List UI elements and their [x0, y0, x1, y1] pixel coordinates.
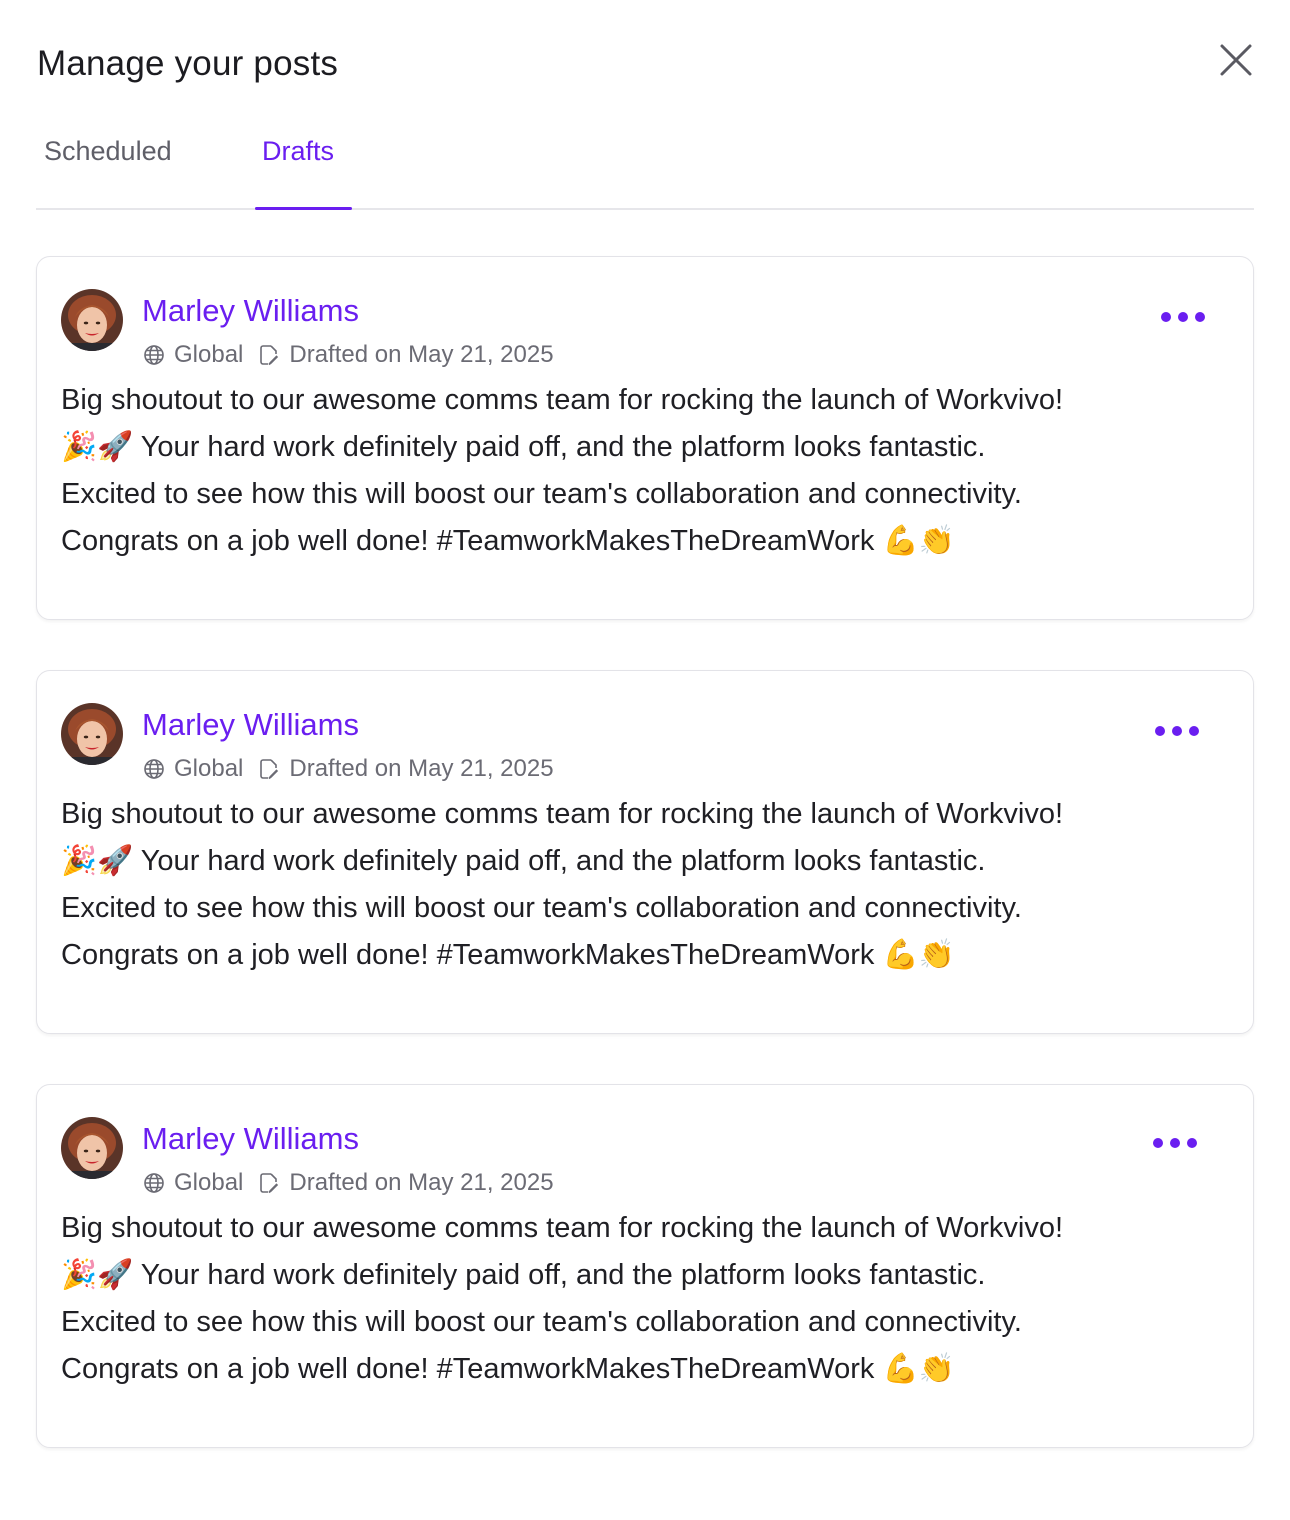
draft-post-card[interactable]: Marley Williams Global Drafted on May 21… — [36, 256, 1254, 620]
post-body: Big shoutout to our awesome comms team f… — [61, 377, 1231, 565]
avatar[interactable] — [61, 1117, 123, 1179]
post-body-line: Excited to see how this will boost our t… — [61, 892, 1022, 924]
post-body-line: Excited to see how this will boost our t… — [61, 1306, 1022, 1338]
author-name[interactable]: Marley Williams — [142, 1121, 359, 1157]
post-body-line: Big shoutout to our awesome comms team f… — [61, 384, 1064, 416]
post-meta: Global Drafted on May 21, 2025 — [142, 755, 554, 783]
drafted-date: Drafted on May 21, 2025 — [289, 1169, 554, 1196]
globe-icon — [142, 1171, 166, 1195]
tab-bar: Scheduled Drafts — [36, 120, 1254, 210]
globe-icon — [142, 343, 166, 367]
audience-label: Global — [174, 341, 244, 368]
drafted-date: Drafted on May 21, 2025 — [289, 341, 554, 368]
author-name[interactable]: Marley Williams — [142, 293, 359, 329]
draft-edit-icon — [257, 757, 281, 781]
dot-icon — [1178, 312, 1188, 322]
draft-post-card[interactable]: Marley Williams Global Drafted on May 21… — [36, 670, 1254, 1034]
draft-post-card[interactable]: Marley Williams Global Drafted on May 21… — [36, 1084, 1254, 1448]
tab-scheduled[interactable]: Scheduled — [44, 136, 172, 201]
dot-icon — [1155, 726, 1165, 736]
audience-label: Global — [174, 1169, 244, 1196]
post-body: Big shoutout to our awesome comms team f… — [61, 791, 1231, 979]
drafted-date: Drafted on May 21, 2025 — [289, 755, 554, 782]
post-body-line: 🎉🚀 Your hard work definitely paid off, a… — [61, 845, 986, 877]
post-body-line: Big shoutout to our awesome comms team f… — [61, 1212, 1064, 1244]
post-body-line: 🎉🚀 Your hard work definitely paid off, a… — [61, 431, 986, 463]
dot-icon — [1161, 312, 1171, 322]
dot-icon — [1170, 1138, 1180, 1148]
post-body-line: 🎉🚀 Your hard work definitely paid off, a… — [61, 1259, 986, 1291]
draft-edit-icon — [257, 343, 281, 367]
post-body-line: Congrats on a job well done! #TeamworkMa… — [61, 525, 955, 557]
audience-label: Global — [174, 755, 244, 782]
draft-edit-icon — [257, 1171, 281, 1195]
dot-icon — [1189, 726, 1199, 736]
post-body-line: Big shoutout to our awesome comms team f… — [61, 798, 1064, 830]
more-options-button[interactable] — [1155, 719, 1199, 743]
dot-icon — [1195, 312, 1205, 322]
dot-icon — [1172, 726, 1182, 736]
panel-header: Manage your posts — [36, 36, 1254, 96]
panel-title: Manage your posts — [37, 44, 339, 83]
avatar[interactable] — [61, 289, 123, 351]
post-body-line: Excited to see how this will boost our t… — [61, 478, 1022, 510]
tab-drafts[interactable]: Drafts — [262, 136, 334, 201]
post-meta: Global Drafted on May 21, 2025 — [142, 1169, 554, 1197]
post-body: Big shoutout to our awesome comms team f… — [61, 1205, 1231, 1393]
post-meta: Global Drafted on May 21, 2025 — [142, 341, 554, 369]
dot-icon — [1153, 1138, 1163, 1148]
more-options-button[interactable] — [1153, 1131, 1197, 1155]
more-options-button[interactable] — [1161, 305, 1205, 329]
dot-icon — [1187, 1138, 1197, 1148]
globe-icon — [142, 757, 166, 781]
active-tab-indicator — [255, 207, 352, 210]
close-button[interactable] — [1218, 42, 1254, 78]
manage-posts-panel: Manage your posts Scheduled Drafts Marle… — [0, 0, 1290, 1520]
drafts-list: Marley Williams Global Drafted on May 21… — [36, 256, 1254, 1498]
author-name[interactable]: Marley Williams — [142, 707, 359, 743]
avatar[interactable] — [61, 703, 123, 765]
post-body-line: Congrats on a job well done! #TeamworkMa… — [61, 939, 955, 971]
close-icon — [1220, 44, 1252, 76]
post-body-line: Congrats on a job well done! #TeamworkMa… — [61, 1353, 955, 1385]
